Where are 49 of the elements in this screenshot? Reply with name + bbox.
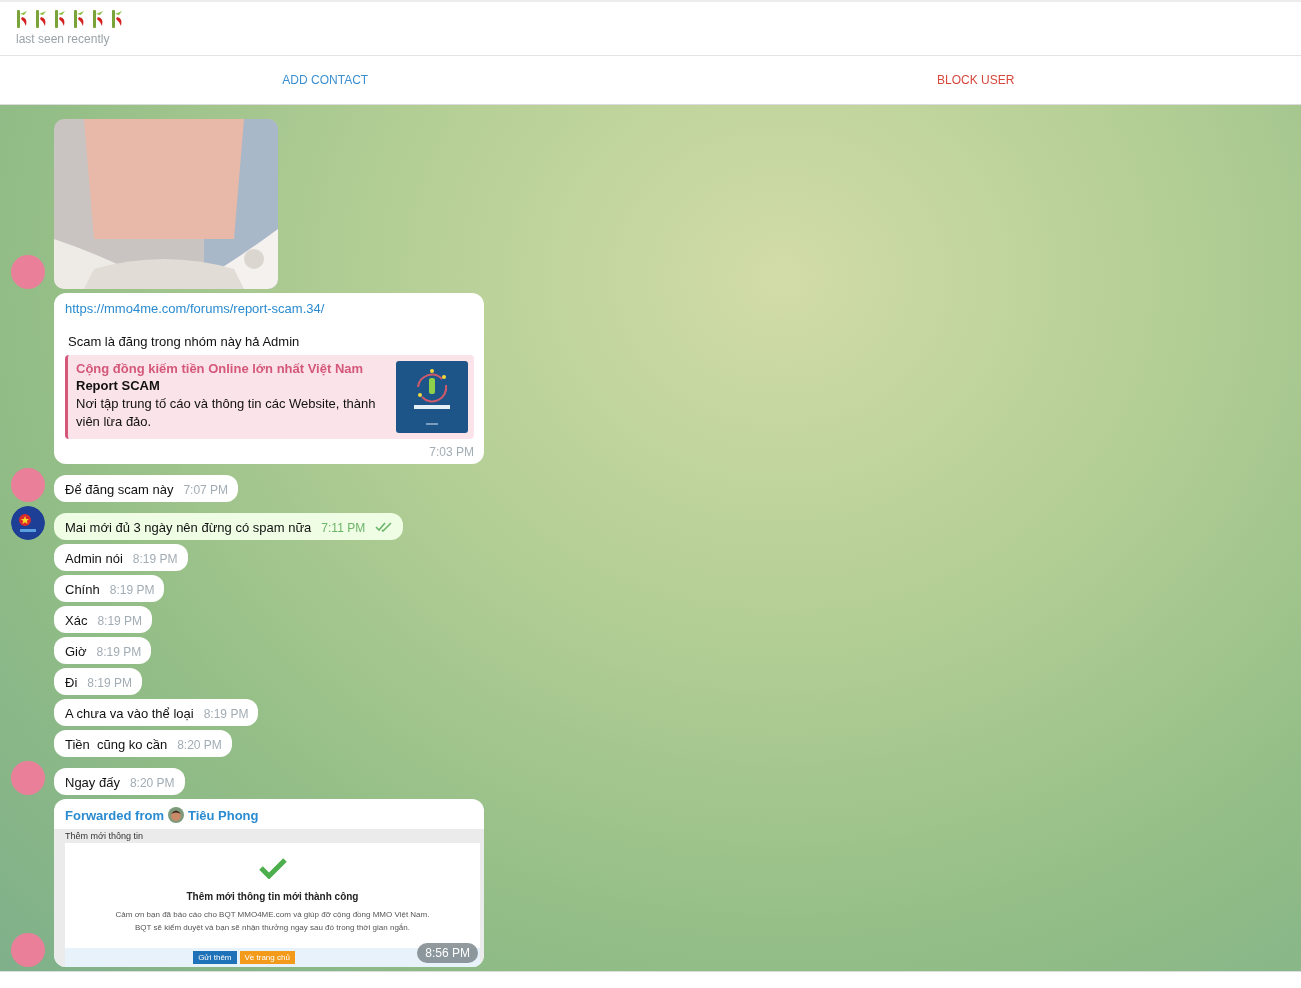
message-time: 7:11 PM [321, 521, 366, 535]
message-text: Scam là đăng trong nhóm này hả Admin [68, 334, 301, 349]
message-time: 8:19 PM [132, 552, 178, 566]
message-time: 8:19 PM [109, 583, 155, 597]
message-link[interactable]: https://mmo4me.com/forums/report-scam.34/ [65, 301, 325, 316]
contact-avatar[interactable] [11, 761, 45, 795]
user-avatar[interactable] [11, 506, 45, 540]
message-text: Giờ [65, 644, 87, 659]
message-text: Chính [65, 582, 100, 597]
pepper-icon [54, 10, 68, 28]
check-icon [257, 857, 288, 879]
message-time: 8:19 PM [96, 645, 142, 659]
message-time: 8:20 PM [177, 738, 222, 752]
contact-avatar[interactable] [11, 933, 45, 967]
preview-site-name: Cộng đồng kiếm tiền Online lớn nhất Việt Nam [76, 361, 365, 376]
message-text: A chưa va vào thể loại [65, 706, 194, 721]
forwarded-label: Forwarded from [65, 807, 164, 823]
message-time: 8:20 PM [129, 776, 175, 790]
pepper-icon [16, 10, 30, 28]
pepper-icon [92, 10, 106, 28]
message-time: 8:56 PM [417, 943, 478, 963]
sender-avatar[interactable] [167, 807, 184, 823]
message-time: 8:19 PM [203, 707, 249, 721]
pepper-icon [73, 10, 87, 28]
screenshot-title: Thêm mới thông tin [64, 830, 144, 843]
add-contact-button[interactable]: ADD CONTACT [274, 67, 377, 93]
preview-description: Nơi tập trung tố cáo và thông tin các Website, thành viên lừa đảo. [76, 395, 377, 431]
screenshot-text: BQT sẽ kiểm duyệt và bạn sẽ nhận thưởng ngay sau đó trong thời gian ngắn. [135, 923, 410, 932]
message-text: Đi [65, 675, 78, 690]
message-text: Ngay đấy [65, 775, 120, 790]
last-seen-status: last seen recently [16, 32, 111, 46]
forwarded-sender-name[interactable]: Tiêu Phong [187, 807, 259, 823]
pepper-icon [35, 10, 49, 28]
preview-title: Report SCAM [76, 378, 161, 393]
message-time: 8:19 PM [97, 614, 143, 628]
block-user-button[interactable]: BLOCK USER [929, 67, 1023, 93]
message-text: Để đăng scam này [65, 482, 174, 497]
message-text: Mai mới đủ 3 ngày nên đừng có spam nữa [65, 520, 312, 535]
message-text: Xác [65, 613, 88, 628]
contact-avatar[interactable] [11, 255, 45, 289]
screenshot-heading: Thêm mới thông tin mới thành công [186, 891, 359, 902]
message-text: Tiền cũng ko cần [65, 737, 168, 752]
message-time: 8:19 PM [87, 676, 132, 690]
screenshot-text: Cảm ơn bạn đã báo cáo cho BQT MMO4ME.com và giúp đỡ cộng đồng MMO Việt Nam. [115, 910, 430, 919]
message-time: 7:07 PM [183, 483, 229, 497]
message-text: Admin nói [65, 551, 123, 566]
message-time: 7:03 PM [428, 445, 474, 459]
pepper-icon [111, 10, 125, 28]
link-preview[interactable]: Cộng đồng kiếm tiền Online lớn nhất Việt Nam Report SCAM Nơi tập trung tố cáo và thông tin các Website, thành viên lừa đảo. [65, 355, 474, 439]
